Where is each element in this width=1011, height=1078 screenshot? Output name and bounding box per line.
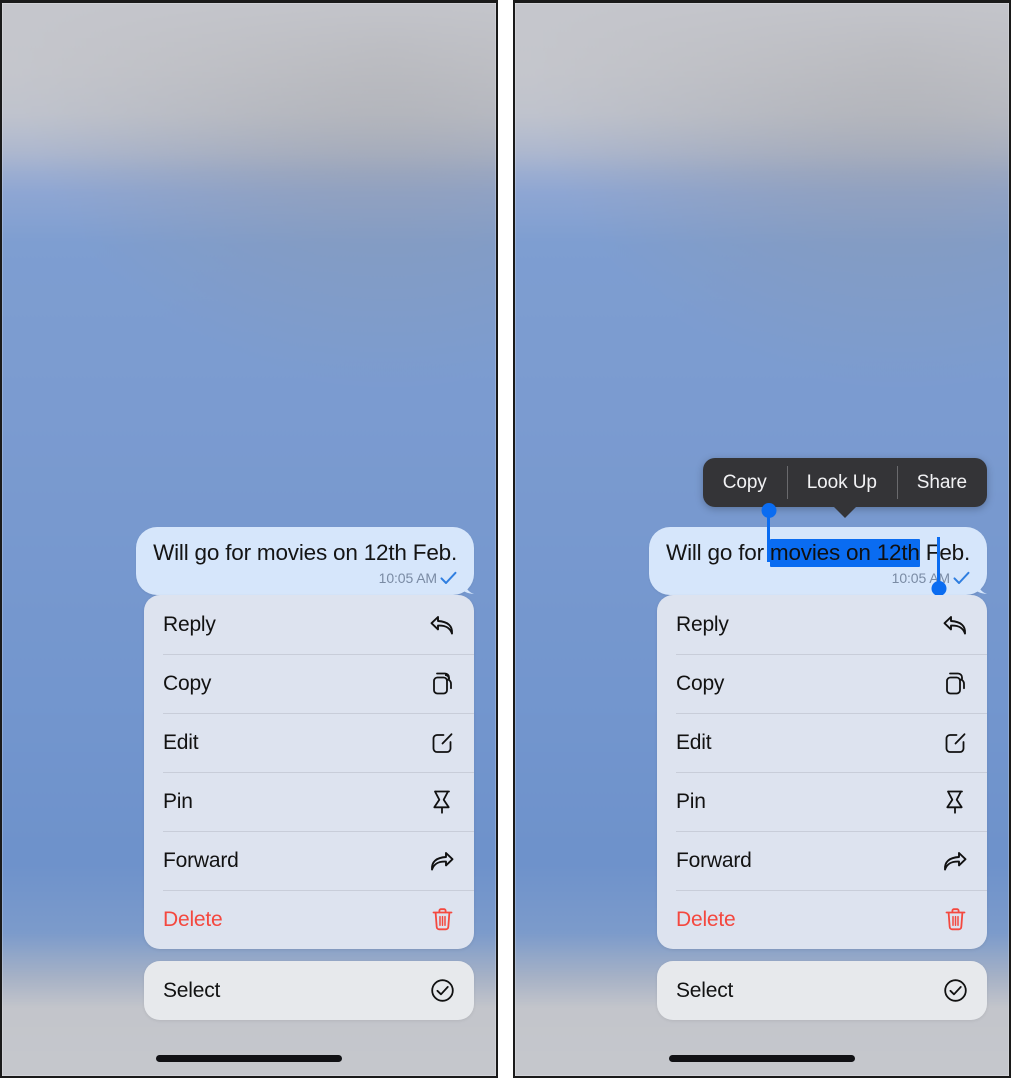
text-edit-toolbar[interactable]: Copy Look Up Share bbox=[702, 458, 987, 518]
home-indicator[interactable] bbox=[669, 1055, 855, 1062]
bubble-body[interactable]: Will go for movies on 12th Feb. 10:05 AM bbox=[649, 503, 987, 596]
check-circle-icon bbox=[429, 978, 455, 1004]
menu-item-copy[interactable]: Copy bbox=[657, 654, 987, 713]
menu-item-label: Pin bbox=[676, 789, 706, 813]
trash-icon bbox=[429, 907, 455, 933]
menu-item-pin[interactable]: Pin bbox=[657, 772, 987, 831]
message-text-selected: Will go for movies on 12th Feb. bbox=[666, 539, 970, 567]
message-bubble-left[interactable]: Will go for movies on 12th Feb. 10:05 AM bbox=[136, 527, 474, 595]
copy-icon bbox=[429, 671, 455, 697]
menu-item-label: Delete bbox=[163, 907, 223, 931]
menu-item-reply[interactable]: Reply bbox=[657, 595, 987, 654]
selection-handle-dot[interactable] bbox=[931, 581, 946, 596]
menu-item-delete[interactable]: Delete bbox=[657, 890, 987, 949]
check-circle-icon bbox=[942, 978, 968, 1004]
toolbar-item-share[interactable]: Share bbox=[896, 458, 987, 507]
pin-icon bbox=[429, 789, 455, 815]
menu-item-pin[interactable]: Pin bbox=[144, 772, 474, 831]
menu-item-delete[interactable]: Delete bbox=[144, 890, 474, 949]
menu-item-label: Reply bbox=[676, 612, 729, 636]
selected-text-highlight[interactable]: movies on 12th bbox=[769, 539, 920, 567]
menu-item-label: Delete bbox=[676, 907, 736, 931]
pin-icon bbox=[942, 789, 968, 815]
menu-item-label: Forward bbox=[163, 848, 239, 872]
message-meta: 10:05 AM bbox=[666, 570, 970, 586]
bubble-tail bbox=[458, 572, 480, 595]
reply-icon bbox=[942, 612, 968, 638]
selection-handle-end[interactable] bbox=[931, 537, 946, 596]
menu-item-edit[interactable]: Edit bbox=[144, 713, 474, 772]
menu-item-select[interactable]: Select bbox=[144, 961, 474, 1020]
copy-icon bbox=[942, 671, 968, 697]
toolbar-item-copy[interactable]: Copy bbox=[703, 458, 787, 507]
text-before-selection: Will go for bbox=[666, 540, 770, 565]
bubble-body[interactable]: Will go for movies on 12th Feb. 10:05 AM bbox=[136, 527, 474, 595]
context-menu-left[interactable]: Reply Copy Edit Pin Forward Delete Selec… bbox=[144, 595, 474, 1020]
context-menu-secondary-group: Select bbox=[657, 961, 987, 1020]
toolbar-pointer-arrow bbox=[832, 506, 857, 518]
menu-item-label: Select bbox=[676, 978, 734, 1002]
menu-item-forward[interactable]: Forward bbox=[144, 831, 474, 890]
context-menu-primary-group: Reply Copy Edit Pin Forward Delete bbox=[144, 595, 474, 949]
menu-item-reply[interactable]: Reply bbox=[144, 595, 474, 654]
edit-pencil-icon bbox=[942, 730, 968, 756]
reply-icon bbox=[429, 612, 455, 638]
context-menu-right[interactable]: Reply Copy Edit Pin Forward Delete Selec… bbox=[657, 595, 987, 1020]
message-meta: 10:05 AM bbox=[153, 570, 457, 586]
phone-panel-left: Will go for movies on 12th Feb. 10:05 AM bbox=[0, 0, 498, 1078]
menu-item-label: Copy bbox=[676, 671, 725, 695]
check-icon bbox=[953, 571, 970, 585]
bubble-tail bbox=[971, 572, 993, 595]
forward-arrow-icon bbox=[942, 848, 968, 874]
phone-panel-right: Copy Look Up Share Will go for movies on… bbox=[513, 0, 1011, 1078]
forward-arrow-icon bbox=[429, 848, 455, 874]
edit-pencil-icon bbox=[429, 730, 455, 756]
menu-item-forward[interactable]: Forward bbox=[657, 831, 987, 890]
context-menu-secondary-group: Select bbox=[144, 961, 474, 1020]
menu-item-label: Reply bbox=[163, 612, 216, 636]
menu-item-select[interactable]: Select bbox=[657, 961, 987, 1020]
selection-handle-start[interactable] bbox=[761, 503, 777, 562]
message-text: Will go for movies on 12th Feb. bbox=[153, 540, 457, 565]
menu-item-label: Edit bbox=[676, 730, 712, 754]
toolbar-item-look-up[interactable]: Look Up bbox=[786, 458, 897, 507]
home-indicator[interactable] bbox=[156, 1055, 342, 1062]
menu-item-label: Select bbox=[163, 978, 221, 1002]
selection-handle-dot[interactable] bbox=[761, 503, 777, 518]
menu-item-copy[interactable]: Copy bbox=[144, 654, 474, 713]
menu-item-edit[interactable]: Edit bbox=[657, 713, 987, 772]
menu-item-label: Copy bbox=[163, 671, 212, 695]
message-bubble-right[interactable]: Will go for movies on 12th Feb. 10:05 AM bbox=[649, 503, 987, 596]
trash-icon bbox=[942, 907, 968, 933]
menu-item-label: Forward bbox=[676, 848, 752, 872]
check-icon bbox=[440, 571, 457, 585]
context-menu-primary-group: Reply Copy Edit Pin Forward Delete bbox=[657, 595, 987, 949]
menu-item-label: Edit bbox=[163, 730, 199, 754]
screenshot-stage: Will go for movies on 12th Feb. 10:05 AM bbox=[0, 0, 1011, 1078]
menu-item-label: Pin bbox=[163, 789, 193, 813]
text-after-selection: Feb. bbox=[919, 540, 970, 565]
message-timestamp: 10:05 AM bbox=[378, 569, 437, 586]
